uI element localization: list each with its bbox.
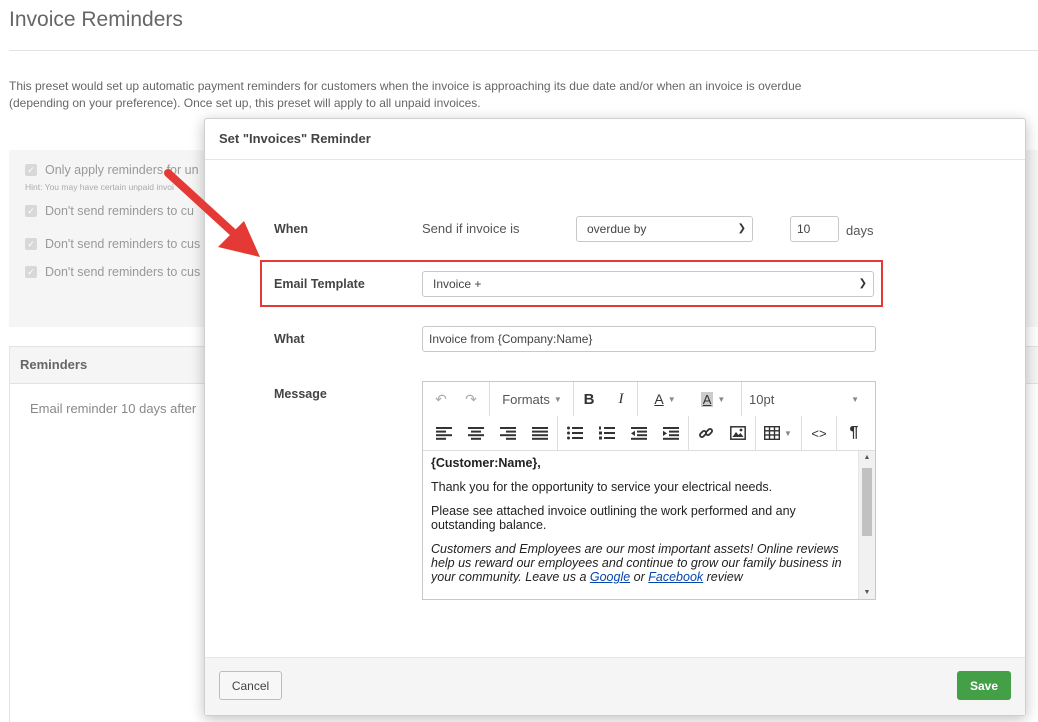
- message-paragraph-2: Please see attached invoice outlining th…: [431, 504, 796, 532]
- reminder-item[interactable]: Email reminder 10 days after: [30, 401, 196, 416]
- toolbar-divider: [557, 416, 558, 450]
- table-icon[interactable]: ▼: [761, 420, 795, 446]
- paragraph-marks-icon[interactable]: ¶: [843, 420, 865, 446]
- facebook-link[interactable]: Facebook: [648, 570, 703, 584]
- scroll-down-icon[interactable]: ▼: [859, 589, 875, 596]
- toolbar-divider: [573, 382, 574, 416]
- text-color-icon[interactable]: A ▼: [645, 386, 685, 412]
- italic-button[interactable]: I: [611, 386, 631, 412]
- link-icon[interactable]: [695, 420, 717, 446]
- save-button[interactable]: Save: [957, 671, 1011, 700]
- email-template-label: Email Template: [274, 277, 365, 291]
- chevron-down-icon: ❯: [858, 278, 867, 289]
- align-center-icon[interactable]: [465, 420, 487, 446]
- condition-select[interactable]: overdue by ❯: [576, 216, 753, 242]
- toolbar-row-2: ▼ <> ¶: [423, 416, 875, 451]
- greeting-text: {Customer:Name},: [431, 456, 541, 470]
- undo-icon[interactable]: ↶: [431, 386, 451, 412]
- chevron-down-icon: ❯: [737, 223, 746, 234]
- checkbox-icon[interactable]: ✓: [25, 164, 37, 176]
- toolbar-divider: [741, 382, 742, 416]
- hint-text: Hint: You may have certain unpaid invoi: [25, 182, 174, 192]
- caret-down-icon: ▼: [553, 394, 562, 404]
- condition-value: overdue by: [587, 222, 647, 236]
- align-justify-icon[interactable]: [529, 420, 551, 446]
- checkbox-icon[interactable]: ✓: [25, 205, 37, 217]
- message-body[interactable]: {Customer:Name}, Thank you for the oppor…: [431, 456, 856, 597]
- source-code-icon[interactable]: <>: [808, 420, 830, 446]
- review-end-text: review: [703, 570, 743, 584]
- indent-icon[interactable]: [660, 420, 682, 446]
- toolbar-divider: [637, 382, 638, 416]
- message-paragraph-1: Thank you for the opportunity to service…: [431, 480, 773, 494]
- days-input[interactable]: [790, 216, 839, 242]
- when-label: When: [274, 222, 309, 236]
- title-divider: [9, 50, 1038, 51]
- checkbox-icon[interactable]: ✓: [25, 266, 37, 278]
- toolbar-divider: [801, 416, 802, 450]
- formats-label: Formats: [502, 391, 550, 407]
- reminder-modal: Set "Invoices" Reminder When Send if inv…: [204, 118, 1026, 716]
- modal-footer: Cancel Save: [205, 657, 1025, 715]
- image-icon[interactable]: [727, 420, 749, 446]
- annotation-arrow-icon: [164, 169, 260, 257]
- scroll-up-icon[interactable]: ▲: [859, 454, 875, 461]
- option-label: Don't send reminders to cus: [45, 265, 201, 279]
- subject-input[interactable]: [422, 326, 876, 352]
- outdent-icon[interactable]: [628, 420, 650, 446]
- message-paragraph-3: Customers and Employees are our most imp…: [431, 542, 856, 584]
- intro-text: This preset would set up automatic payme…: [9, 79, 802, 110]
- align-left-icon[interactable]: [433, 420, 455, 446]
- background-color-icon[interactable]: A ▼: [693, 386, 733, 412]
- editor-scrollbar[interactable]: ▲ ▼: [858, 451, 875, 599]
- numbered-list-icon[interactable]: [596, 420, 618, 446]
- toolbar-divider: [836, 416, 837, 450]
- toolbar-divider: [688, 416, 689, 450]
- modal-title: Set "Invoices" Reminder: [205, 119, 1025, 160]
- message-editor: ↶ ↷ Formats ▼ B I A ▼ A ▼ 10pt ▼ ▼ <> ¶ …: [422, 381, 876, 600]
- template-value: Invoice +: [433, 277, 482, 291]
- message-label: Message: [274, 387, 327, 401]
- caret-down-icon: ▼: [851, 394, 859, 404]
- email-template-select[interactable]: Invoice + ❯: [422, 271, 874, 297]
- scroll-thumb[interactable]: [862, 468, 872, 536]
- cancel-button[interactable]: Cancel: [219, 671, 282, 700]
- toolbar-row-1: ↶ ↷ Formats ▼ B I A ▼ A ▼ 10pt ▼: [423, 382, 875, 417]
- font-size-dropdown[interactable]: 10pt ▼: [749, 386, 859, 412]
- checkbox-icon[interactable]: ✓: [25, 238, 37, 250]
- redo-icon[interactable]: ↷: [461, 386, 481, 412]
- or-text: or: [630, 570, 649, 584]
- what-label: What: [274, 332, 305, 346]
- days-suffix: days: [846, 223, 874, 238]
- option-dont-send-3[interactable]: ✓ Don't send reminders to cus: [25, 265, 200, 279]
- align-right-icon[interactable]: [497, 420, 519, 446]
- formats-dropdown[interactable]: Formats ▼: [497, 386, 567, 412]
- toolbar-divider: [489, 382, 490, 416]
- bullet-list-icon[interactable]: [564, 420, 586, 446]
- when-prefix: Send if invoice is: [422, 221, 520, 236]
- page-title: Invoice Reminders: [9, 8, 183, 31]
- toolbar-divider: [755, 416, 756, 450]
- google-link[interactable]: Google: [590, 570, 630, 584]
- bold-button[interactable]: B: [579, 386, 599, 412]
- font-size-value: 10pt: [749, 391, 775, 407]
